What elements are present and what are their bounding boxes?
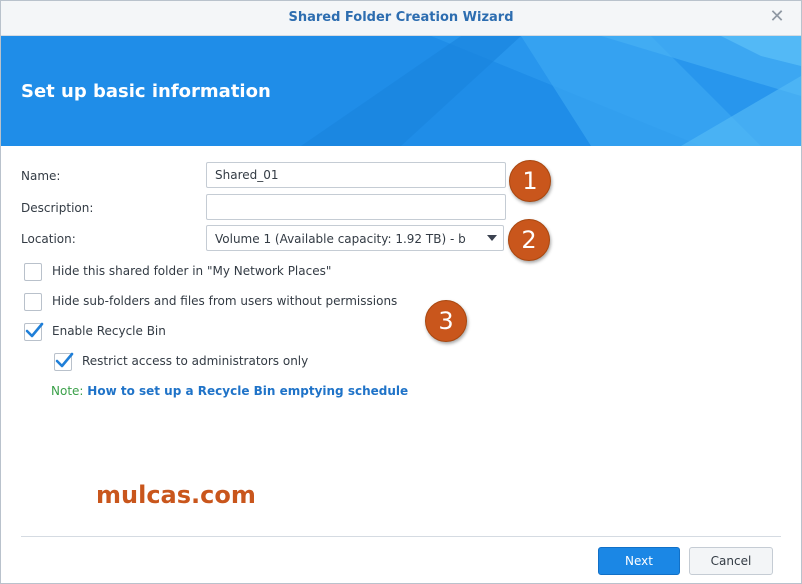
window-title: Shared Folder Creation Wizard [288, 10, 514, 25]
cancel-button[interactable]: Cancel [689, 547, 773, 575]
header-banner: Set up basic information [1, 36, 801, 146]
checkmark-icon [55, 352, 74, 368]
note-label: Note: [51, 384, 84, 398]
checkmark-icon [25, 322, 44, 338]
annotation-badge-2: 2 [508, 219, 550, 261]
chevron-down-icon [487, 235, 497, 241]
recycle-bin-note: Note: How to set up a Recycle Bin emptyi… [51, 384, 408, 398]
name-label: Name: [21, 169, 61, 183]
restrict-access-option[interactable]: Restrict access to administrators only [54, 352, 334, 373]
hide-subfolders-label: Hide sub-folders and files from users wi… [52, 294, 398, 308]
wizard-dialog: Shared Folder Creation Wizard ✕ Set up b… [0, 0, 802, 584]
recycle-bin-schedule-link[interactable]: How to set up a Recycle Bin emptying sch… [87, 384, 408, 398]
hide-folder-checkbox[interactable] [24, 263, 42, 281]
annotation-badge-1: 1 [509, 160, 551, 202]
enable-recycle-bin-checkbox[interactable] [24, 322, 44, 341]
location-label: Location: [21, 232, 76, 246]
footer-divider [21, 536, 781, 537]
enable-recycle-bin-option[interactable]: Enable Recycle Bin [24, 322, 224, 343]
location-select-value: Volume 1 (Available capacity: 1.92 TB) -… [215, 232, 466, 246]
page-heading: Set up basic information [21, 81, 271, 102]
name-input[interactable] [206, 162, 506, 188]
description-input[interactable] [206, 194, 506, 220]
annotation-badge-3: 3 [425, 300, 467, 342]
close-icon[interactable]: ✕ [767, 7, 787, 27]
watermark-text: mulcas.com [96, 481, 256, 509]
next-button[interactable]: Next [598, 547, 680, 575]
location-select[interactable]: Volume 1 (Available capacity: 1.92 TB) -… [206, 225, 504, 251]
hide-folder-option[interactable]: Hide this shared folder in "My Network P… [24, 263, 424, 283]
restrict-access-label: Restrict access to administrators only [82, 354, 309, 368]
title-bar: Shared Folder Creation Wizard ✕ [1, 1, 801, 36]
enable-recycle-bin-label: Enable Recycle Bin [52, 324, 166, 338]
hide-subfolders-option[interactable]: Hide sub-folders and files from users wi… [24, 293, 424, 313]
hide-folder-label: Hide this shared folder in "My Network P… [52, 264, 332, 278]
hide-subfolders-checkbox[interactable] [24, 293, 42, 311]
description-label: Description: [21, 201, 94, 215]
restrict-access-checkbox[interactable] [54, 352, 74, 371]
